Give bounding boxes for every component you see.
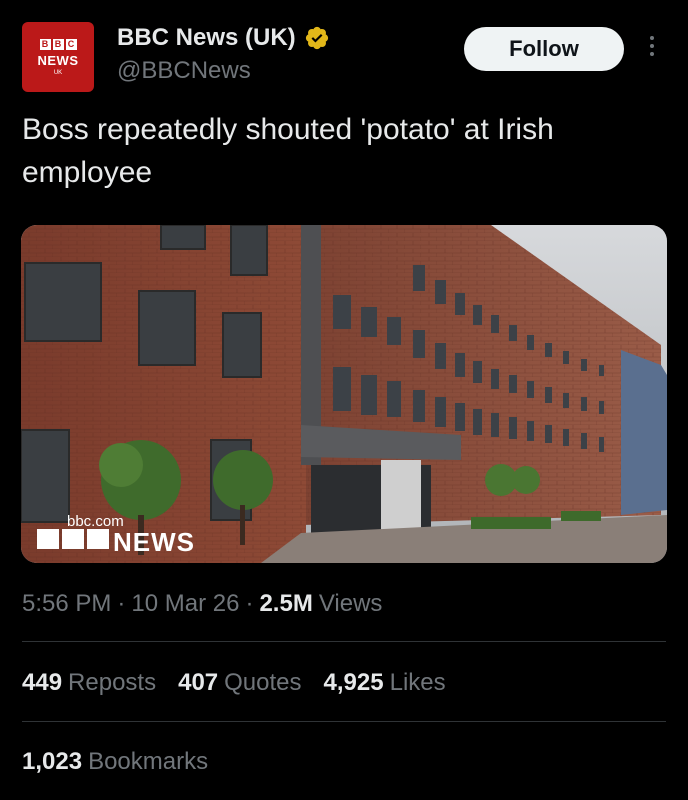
divider [22,721,666,722]
verified-badge-icon[interactable] [304,25,330,51]
avatar-news-word: NEWS [37,52,79,68]
separator: · [245,590,254,617]
views-count: 2.5M [259,590,313,617]
bookmarks-count: 1,023 [22,748,83,775]
separator: · [117,590,126,617]
engagement-stats: 449 Reposts 407 Quotes 4,925 Likes [22,669,446,697]
views-label: Views [318,590,383,617]
account-handle[interactable]: @BBCNews [117,57,251,85]
tweet-header: B B C NEWS UK BBC News (UK) @BBCNews Fol… [0,0,688,100]
bbc-letter: B [52,38,64,50]
bbc-letter: C [65,38,77,50]
reposts-stat[interactable]: 449 Reposts [22,669,156,697]
more-options-icon[interactable] [642,36,662,64]
bbc-logo-blocks: B B C [39,38,77,50]
tweet-meta: 5:56 PM · 10 Mar 26 · 2.5M Views [22,590,382,618]
divider [22,641,666,642]
watermark-news: NEWS [113,527,195,557]
avatar[interactable]: B B C NEWS UK [22,22,94,92]
post-time[interactable]: 5:56 PM [22,590,111,618]
name-row: BBC News (UK) [117,24,330,52]
likes-stat[interactable]: 4,925 Likes [324,669,446,697]
quotes-stat[interactable]: 407 Quotes [178,669,301,697]
display-name[interactable]: BBC News (UK) [117,24,296,52]
avatar-region: UK [53,69,63,76]
bbc-letter: B [39,38,51,50]
bookmarks-stat[interactable]: 1,023 Bookmarks [22,748,208,776]
bookmarks-label: Bookmarks [88,748,209,775]
post-date[interactable]: 10 Mar 26 [131,590,239,618]
tweet-media-image[interactable]: bbc.com NEWS [21,225,667,563]
bbc-logo-blocks [37,529,109,549]
tweet-text: Boss repeatedly shouted 'potato' at Iris… [22,113,554,189]
follow-button[interactable]: Follow [464,27,624,71]
